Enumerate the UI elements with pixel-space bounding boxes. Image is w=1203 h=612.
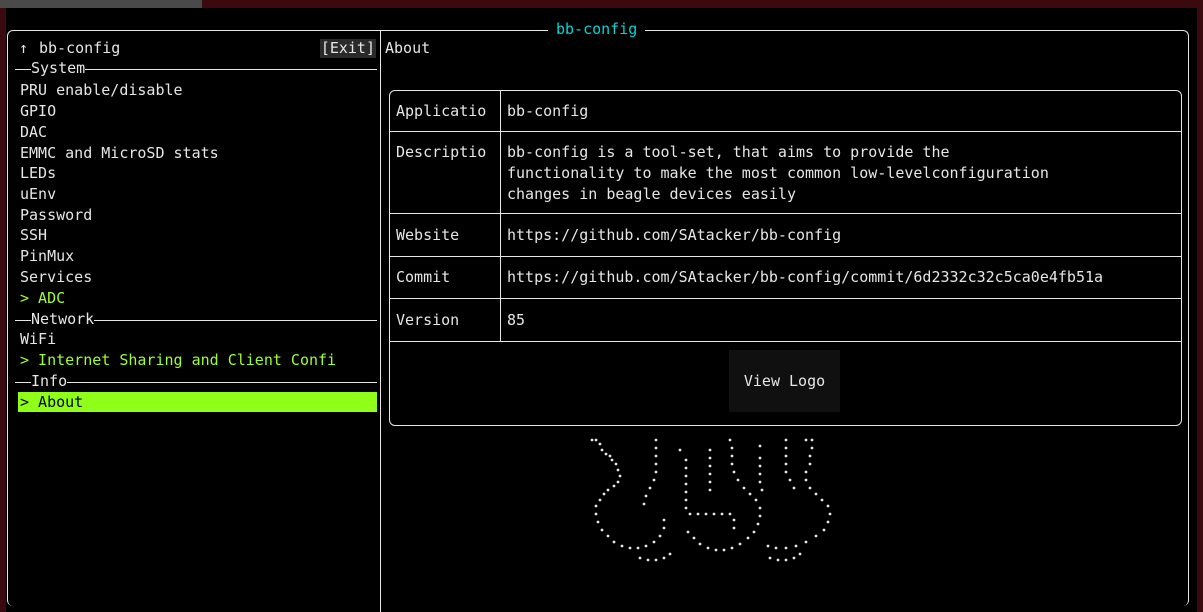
menu-item-leds[interactable]: LEDs — [20, 163, 56, 183]
row-key: Version — [396, 311, 460, 329]
menu-item-password[interactable]: Password — [20, 205, 92, 225]
window-title: bb-config — [548, 19, 646, 39]
section-network: Network — [15, 309, 377, 329]
page-title: About — [385, 39, 431, 57]
table-row: Version 85 — [390, 299, 1181, 342]
menu-item-about[interactable]: > About — [18, 392, 377, 412]
row-key: Commit — [396, 268, 451, 286]
sidebar-title: bb-config — [39, 39, 121, 57]
up-arrow-icon[interactable]: ↑ — [19, 38, 28, 59]
row-key: Descriptio — [396, 143, 487, 161]
exit-button[interactable]: [Exit] — [319, 39, 376, 58]
view-logo-button[interactable]: View Logo — [729, 350, 840, 412]
menu-item-uenv[interactable]: uEnv — [20, 184, 56, 204]
section-system: System — [15, 58, 377, 78]
table-row: Commit https://github.com/SAtacker/bb-co… — [390, 257, 1181, 299]
menu-item-internet-sharing[interactable]: > Internet Sharing and Client Confi — [20, 350, 336, 370]
menu-item-adc[interactable]: > ADC — [20, 288, 65, 308]
row-value: https://github.com/SAtacker/bb-config/co… — [507, 268, 1104, 286]
row-value: 85 — [507, 311, 526, 329]
about-card: Applicatio bb-config Descriptio bb-confi… — [389, 90, 1182, 426]
menu-item-pinmux[interactable]: PinMux — [20, 246, 74, 266]
window-edge-right — [1197, 8, 1203, 612]
menu-item-pru[interactable]: PRU enable/disable — [20, 80, 183, 100]
table-row: Website https://github.com/SAtacker/bb-c… — [390, 215, 1181, 257]
menu-item-gpio[interactable]: GPIO — [20, 101, 56, 121]
row-value: bb-config is a tool-set, that aims to pr… — [507, 143, 1049, 203]
terminal-tab-strip — [0, 0, 1203, 8]
row-key: Applicatio — [396, 102, 487, 120]
menu-item-services[interactable]: Services — [20, 267, 92, 287]
terminal-tab[interactable] — [0, 0, 202, 8]
section-label: Info — [31, 371, 68, 391]
beagle-logo — [580, 432, 870, 606]
section-info: Info — [15, 371, 377, 391]
menu-item-emmc[interactable]: EMMC and MicroSD stats — [20, 143, 219, 163]
menu-item-ssh[interactable]: SSH — [20, 225, 47, 245]
menu-item-wifi[interactable]: WiFi — [20, 329, 56, 349]
row-value: bb-config — [507, 102, 589, 120]
beagle-logo-icon — [590, 438, 832, 562]
section-label: Network — [31, 309, 95, 329]
section-label: System — [31, 58, 86, 78]
menu-item-dac[interactable]: DAC — [20, 122, 47, 142]
pane-divider — [380, 31, 381, 612]
row-key: Website — [396, 226, 460, 244]
table-row: Descriptio bb-config is a tool-set, that… — [390, 132, 1181, 214]
table-row: Applicatio bb-config — [390, 91, 1181, 132]
row-value: https://github.com/SAtacker/bb-config — [507, 226, 842, 244]
sidebar-header: ↑ bb-config [Exit] — [15, 38, 380, 59]
window-edge-left — [0, 8, 6, 612]
